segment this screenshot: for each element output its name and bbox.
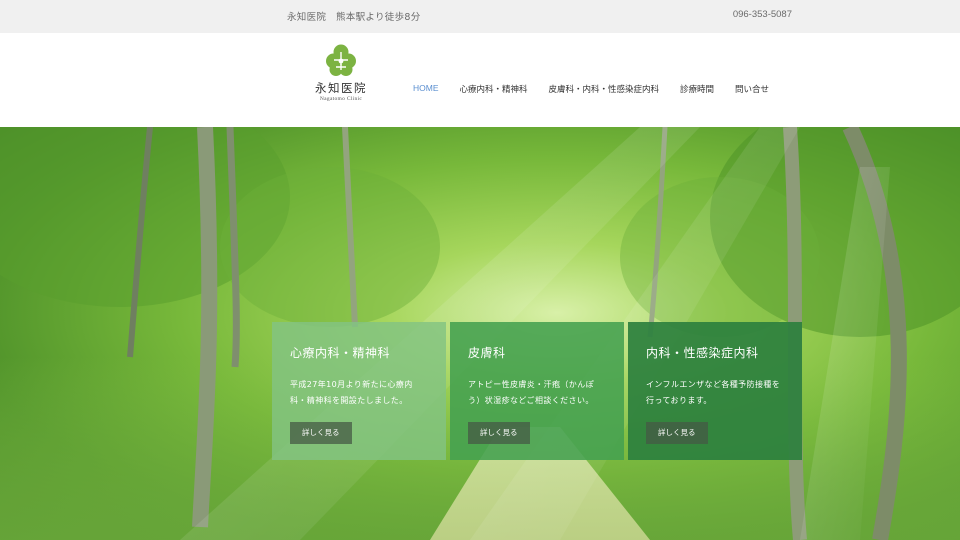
main-nav: HOME 心療内科・精神科 皮膚科・内科・性感染症内科 診療時間 問い合せ [413,83,769,97]
nav-item-dermatology[interactable]: 皮膚科・内科・性感染症内科 [549,83,660,97]
card-text: インフルエンザなど各種予防接種を行っております。 [646,380,781,405]
nav-item-contact[interactable]: 問い合せ [735,83,769,97]
card-title: 内科・性感染症内科 [646,346,759,360]
card-text: 平成27年10月より新たに心療内科・精神科を開設たしました。 [290,380,413,405]
feature-cards: 心療内科・精神科 平成27年10月より新たに心療内科・精神科を開設たしました。 … [272,322,802,460]
nav-item-home[interactable]: HOME [413,83,439,97]
hero-banner: 心療内科・精神科 平成27年10月より新たに心療内科・精神科を開設たしました。 … [0,127,960,540]
details-button[interactable]: 詳しく見る [468,422,530,444]
clinic-info: 永知医院 熊本駅より徒歩8分 [287,12,421,23]
card-text: アトピー性皮膚炎・汗疱（かんぽう）状湿疹などご相談ください。 [468,380,594,405]
card-title: 皮膚科 [468,346,506,360]
card-internal-medicine: 内科・性感染症内科 インフルエンザなど各種予防接種を行っております。 詳しく見る [628,322,802,460]
flower-logo-icon [326,44,356,76]
card-dermatology: 皮膚科 アトピー性皮膚炎・汗疱（かんぽう）状湿疹などご相談ください。 詳しく見る [450,322,624,460]
logo-name: 永知医院 [315,81,367,95]
details-button[interactable]: 詳しく見る [646,422,708,444]
site-header: 永知医院 Nagatomo Clinic HOME 心療内科・精神科 皮膚科・内… [0,33,960,127]
logo-subtitle: Nagatomo Clinic [319,96,363,102]
nav-item-hours[interactable]: 診療時間 [680,83,714,97]
site-logo[interactable]: 永知医院 Nagatomo Clinic [312,43,370,113]
details-button[interactable]: 詳しく見る [290,422,352,444]
card-title: 心療内科・精神科 [290,346,391,360]
top-bar: 永知医院 熊本駅より徒歩8分 096-353-5087 [0,0,960,33]
nav-item-psychosomatic[interactable]: 心療内科・精神科 [460,83,528,97]
phone-number[interactable]: 096-353-5087 [733,9,792,20]
card-psychosomatic: 心療内科・精神科 平成27年10月より新たに心療内科・精神科を開設たしました。 … [272,322,446,460]
